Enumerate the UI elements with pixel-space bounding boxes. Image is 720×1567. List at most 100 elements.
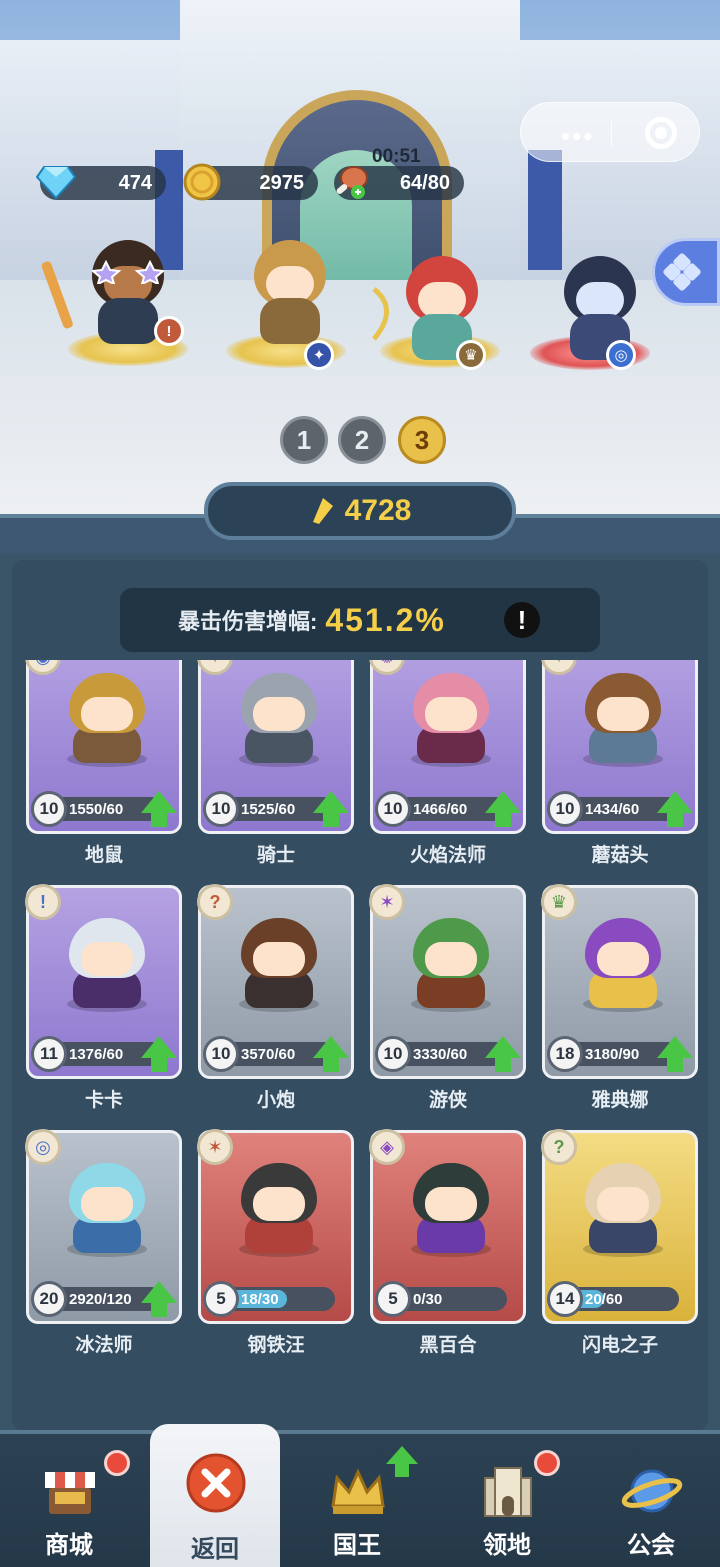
hero-portrait	[57, 667, 157, 767]
shop-icon	[45, 1472, 95, 1514]
hero-progress-text: 3570/60	[241, 1045, 296, 1063]
nav-king-label: 国王	[333, 1532, 381, 1559]
hero-grid: ◉1550/6010地鼠✦1525/6010骑士✺1466/6010火焰法师✧1…	[24, 660, 704, 1410]
upgrade-arrow-icon[interactable]	[313, 791, 349, 827]
nav-shop[interactable]: 商城	[4, 1440, 134, 1567]
nav-guild-label: 公会	[627, 1532, 675, 1559]
banner-right	[528, 150, 562, 270]
hero-level-badge: 10	[375, 1036, 411, 1072]
hero-name: 骑士	[256, 845, 295, 866]
more-icon[interactable]: •••	[561, 121, 594, 152]
hero-level-badge: 5	[375, 1281, 411, 1317]
nav-shop-label: 商城	[45, 1532, 93, 1559]
crit-damage-label: 暴击伤害增幅:	[178, 609, 318, 634]
hero-name: 卡卡	[84, 1090, 123, 1111]
hero-portrait	[229, 1157, 329, 1257]
close-icon	[186, 1453, 246, 1513]
hero-progress-text: 1525/60	[241, 800, 296, 818]
castle-icon	[484, 1467, 532, 1517]
hero-card[interactable]: ♛ 3180/90 18	[541, 884, 698, 1079]
crown-icon	[331, 1468, 385, 1514]
hero-level-badge: 10	[203, 791, 239, 827]
hero-class-icon: ✶	[197, 1129, 233, 1165]
hero-level-badge: 10	[31, 791, 67, 827]
team-tab-2[interactable]: 2	[338, 416, 386, 464]
hero-class-icon: ♛	[541, 884, 577, 920]
stamina-timer: 00:51	[372, 146, 421, 167]
hero-card[interactable]: ◉ 1550/6010	[25, 660, 182, 834]
nav-territory-label: 领地	[483, 1532, 531, 1559]
planet-icon	[621, 1469, 683, 1513]
crit-damage-value: 451.2%	[325, 601, 446, 638]
hero-card[interactable]: ? 20/60 14	[541, 1129, 698, 1324]
hero-card[interactable]: ✶ 18/30 5	[197, 1129, 354, 1324]
nav-back-label: 返回	[191, 1536, 239, 1563]
hero-name: 地鼠	[84, 845, 123, 866]
nav-guild[interactable]: 公会	[586, 1440, 716, 1567]
upgrade-arrow-icon[interactable]	[141, 1281, 177, 1317]
stamina-counter[interactable]: 64/80	[334, 166, 464, 200]
gold-counter[interactable]: 2975	[183, 163, 318, 201]
hero-name: 雅典娜	[591, 1090, 649, 1111]
hero-class-icon: ?	[541, 1129, 577, 1165]
king-upgrade-arrow-icon	[386, 1446, 418, 1477]
hero-card[interactable]: ? 3570/60 10	[197, 884, 354, 1079]
upgrade-arrow-icon[interactable]	[141, 791, 177, 827]
hero-level-badge: 14	[547, 1281, 583, 1317]
upgrade-arrow-icon[interactable]	[485, 1036, 521, 1072]
diamond-value: 474	[118, 171, 152, 194]
hero-progress-text: 3180/90	[585, 1045, 640, 1063]
hero-progress-text: 1466/60	[413, 800, 468, 818]
hero-name: 蘑菇头	[591, 845, 649, 866]
hero-card[interactable]: ✦ 1525/6010	[197, 660, 354, 834]
upgrade-arrow-icon[interactable]	[141, 1036, 177, 1072]
nav-king[interactable]: 国王	[292, 1440, 422, 1567]
team-hero-4[interactable]	[550, 256, 650, 364]
hero-progress-text: 1376/60	[69, 1045, 124, 1063]
hero-progress-text: 20/60	[585, 1290, 623, 1308]
hero-portrait	[229, 912, 329, 1012]
gold-coin-icon	[180, 160, 224, 204]
upgrade-arrow-icon[interactable]	[657, 791, 693, 827]
crit-info-button[interactable]: !	[504, 602, 540, 638]
hero-card[interactable]: ◎ 2920/120 20	[25, 1129, 182, 1324]
hero-class-icon: ✧	[541, 660, 577, 675]
side-menu-button[interactable]	[652, 238, 720, 306]
hero-class-icon: ✺	[369, 660, 405, 675]
nav-territory[interactable]: 领地	[442, 1440, 572, 1567]
hero-level-badge: 11	[31, 1036, 67, 1072]
upgrade-arrow-icon[interactable]	[485, 791, 521, 827]
hero-card[interactable]: ✧ 1434/6010	[541, 660, 698, 834]
capsule-divider	[611, 119, 612, 147]
hero-name: 钢铁汪	[247, 1335, 305, 1356]
shop-notify-dot	[104, 1450, 130, 1476]
hero-class-icon: ✶	[369, 884, 405, 920]
hero-progress-text: 1434/60	[585, 800, 640, 818]
hero-level-badge: 20	[31, 1281, 67, 1317]
upgrade-arrow-icon[interactable]	[313, 1036, 349, 1072]
power-icon	[312, 498, 333, 524]
bottom-nav: 商城 返回 国王 领地 公会	[0, 1424, 720, 1567]
team-hero-2[interactable]	[240, 240, 340, 348]
diamond-icon	[34, 160, 78, 204]
team-tab-3[interactable]: 3	[398, 416, 446, 464]
hero-level-badge: 10	[547, 791, 583, 827]
hero-progress-text: 1550/60	[69, 800, 124, 818]
hero-card[interactable]: ✶ 3330/60 10	[369, 884, 526, 1079]
hero-portrait	[573, 667, 673, 767]
hero-progress-text: 0/30	[413, 1290, 443, 1308]
close-program-icon[interactable]	[645, 117, 677, 149]
hero-class-icon: ?	[197, 884, 233, 920]
gold-value: 2975	[259, 171, 305, 194]
hero-class-icon: ◎	[25, 1129, 61, 1165]
hero-class-icon: !	[25, 884, 61, 920]
gamepad-icon	[663, 253, 701, 291]
nav-back[interactable]: 返回	[150, 1424, 280, 1567]
team-tab-1[interactable]: 1	[280, 416, 328, 464]
diamond-counter[interactable]: 474	[36, 166, 166, 200]
hero-card[interactable]: ✺ 1466/6010	[369, 660, 526, 834]
hero-card[interactable]: ! 1376/60 11	[25, 884, 182, 1079]
hero-card[interactable]: ◈ 0/30 5	[369, 1129, 526, 1324]
upgrade-arrow-icon[interactable]	[657, 1036, 693, 1072]
territory-notify-dot	[534, 1450, 560, 1476]
